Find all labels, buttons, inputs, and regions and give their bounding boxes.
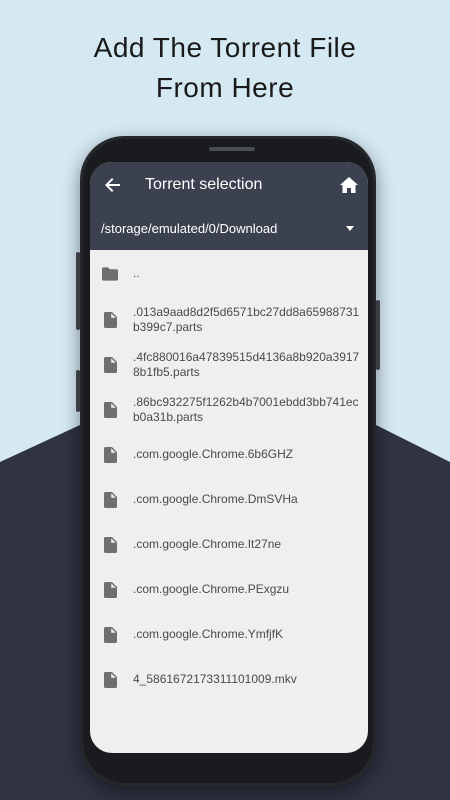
list-item-file[interactable]: .com.google.Chrome.PExgzu [90, 567, 368, 612]
headline: Add The Torrent File From Here [0, 28, 450, 108]
list-item-label: .. [133, 266, 140, 280]
arrow-back-icon [105, 178, 120, 192]
list-item-label: .com.google.Chrome.DmSVHa [133, 492, 298, 506]
list-item-file[interactable]: .4fc880016a47839515d4136a8b920a39178b1fb… [90, 342, 368, 387]
folder-icon [102, 265, 118, 283]
phone-speaker [209, 147, 255, 151]
file-icon [102, 536, 118, 554]
list-item-label: 4_5861672173311101009.mkv [133, 672, 297, 686]
file-icon [102, 491, 118, 509]
file-icon [102, 311, 118, 329]
app-screen: Torrent selection /storage/emulated/0/Do… [90, 162, 368, 753]
list-item-label: .4fc880016a47839515d4136a8b920a39178b1fb… [133, 349, 360, 379]
file-icon [102, 671, 118, 689]
list-item-label: .86bc932275f1262b4b7001ebdd3bb741ecb0a31… [133, 394, 359, 424]
phone-power-button [376, 300, 380, 370]
list-item-label: .com.google.Chrome.It27ne [133, 537, 282, 551]
home-button[interactable] [336, 172, 362, 198]
list-item-label: .com.google.Chrome.PExgzu [133, 582, 290, 596]
file-icon [102, 356, 118, 374]
file-icon [102, 581, 118, 599]
list-item-file[interactable]: .com.google.Chrome.DmSVHa [90, 477, 368, 522]
file-icon [102, 401, 118, 419]
list-item-label: .com.google.Chrome.YmfjfK [133, 627, 284, 641]
back-button[interactable] [100, 172, 126, 198]
file-list: .. .013a9aad8d2f5d6571bc27dd8a65988731b3… [90, 250, 368, 702]
list-item-file[interactable]: .com.google.Chrome.YmfjfK [90, 612, 368, 657]
list-item-file[interactable]: .013a9aad8d2f5d6571bc27dd8a65988731b399c… [90, 297, 368, 342]
list-item-file[interactable]: .com.google.Chrome.6b6GHZ [90, 432, 368, 477]
path-selector-value: /storage/emulated/0/Download [101, 221, 278, 236]
list-item-file[interactable]: .com.google.Chrome.It27ne [90, 522, 368, 567]
dropdown-caret-icon [346, 226, 354, 231]
list-item-label: .com.google.Chrome.6b6GHZ [133, 447, 294, 461]
phone-side-button-top [76, 252, 80, 330]
phone-side-button-bottom [76, 370, 80, 412]
list-item-label: .013a9aad8d2f5d6571bc27dd8a65988731b399c… [133, 304, 360, 334]
toolbar-title: Torrent selection [145, 176, 263, 193]
file-icon [102, 446, 118, 464]
path-selector[interactable]: /storage/emulated/0/Download [90, 208, 368, 250]
headline-line-2: From Here [155, 72, 295, 103]
file-icon [102, 626, 118, 644]
list-item-parent-folder[interactable]: .. [90, 250, 368, 297]
list-item-file[interactable]: .86bc932275f1262b4b7001ebdd3bb741ecb0a31… [90, 387, 368, 432]
home-icon [340, 177, 358, 193]
app-toolbar: Torrent selection [90, 162, 368, 208]
list-item-file[interactable]: 4_5861672173311101009.mkv [90, 657, 368, 702]
headline-line-1: Add The Torrent File [93, 32, 357, 63]
